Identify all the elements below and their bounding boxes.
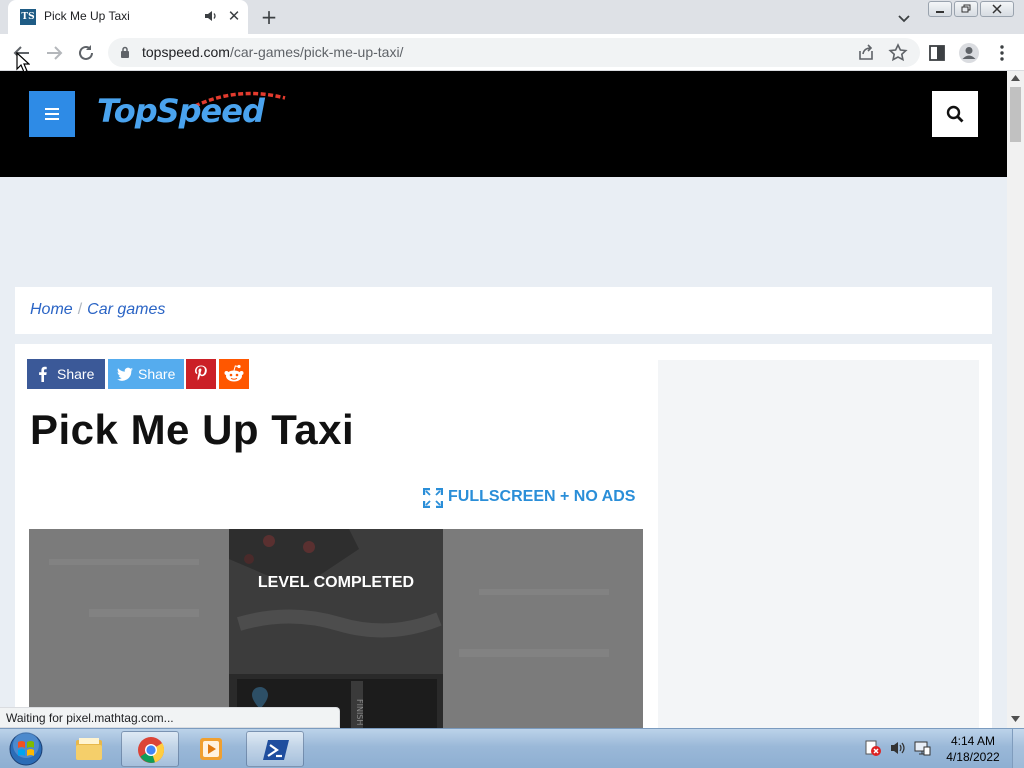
browser-tab[interactable]: TS Pick Me Up Taxi ✕ — [8, 0, 248, 34]
game-background-detail — [89, 609, 199, 617]
restore-button[interactable] — [954, 1, 978, 17]
taskbar-media-player-button[interactable] — [182, 731, 240, 767]
twitter-share-button[interactable]: Share — [108, 359, 184, 389]
game-canvas[interactable]: FINISH LEVEL COMPLETED — [229, 529, 443, 728]
pinterest-share-button[interactable] — [186, 359, 216, 389]
level-completed-text: LEVEL COMPLETED — [257, 574, 415, 591]
taskbar-chrome-button[interactable] — [121, 731, 179, 767]
game-background-detail — [459, 649, 609, 657]
scrollbar-thumb[interactable] — [1010, 87, 1021, 142]
breadcrumb-separator: / — [77, 301, 83, 318]
taskbar-explorer-button[interactable] — [60, 731, 118, 767]
breadcrumb-home-link[interactable]: Home — [30, 301, 73, 318]
url-text: topspeed.com/car-games/pick-me-up-taxi/ — [142, 44, 403, 60]
reddit-share-button[interactable] — [219, 359, 249, 389]
facebook-share-button[interactable]: Share — [27, 359, 105, 389]
svg-text:FINISH: FINISH — [355, 699, 364, 725]
pinterest-icon — [195, 365, 207, 381]
url-path: /car-games/pick-me-up-taxi/ — [229, 44, 404, 60]
facebook-icon — [39, 366, 47, 382]
close-window-icon — [992, 4, 1002, 14]
windows-start-button[interactable] — [6, 731, 46, 767]
speaker-icon[interactable] — [204, 9, 218, 23]
reload-icon[interactable] — [75, 42, 97, 64]
share-page-icon[interactable] — [855, 42, 877, 64]
restore-icon — [961, 4, 971, 13]
more-menu-icon[interactable] — [991, 42, 1013, 64]
side-panel-icon[interactable] — [926, 42, 948, 64]
search-icon — [946, 105, 964, 123]
sidebar-ad-placeholder — [658, 360, 979, 728]
hamburger-bar — [45, 108, 59, 110]
tab-title: Pick Me Up Taxi — [44, 9, 130, 23]
close-window-button[interactable] — [980, 1, 1014, 17]
clock-date: 4/18/2022 — [946, 750, 1000, 764]
fullscreen-expand-icon — [423, 488, 443, 508]
powershell-icon — [263, 740, 289, 760]
profile-avatar-icon[interactable] — [958, 42, 980, 64]
network-error-icon[interactable] — [864, 739, 882, 757]
status-bubble: Waiting for pixel.mathtag.com... — [0, 707, 340, 728]
page-viewport: TopSpeed Home / Car games Share Share Pi… — [0, 71, 1007, 728]
twitter-bird-icon — [117, 367, 133, 381]
game-frame[interactable]: FINISH LEVEL COMPLETED — [29, 529, 643, 728]
forward-arrow-icon[interactable] — [43, 42, 65, 64]
article-content: Share Share Pick Me Up Taxi FULLSCREEN +… — [15, 344, 992, 728]
fullscreen-label: FULLSCREEN + NO ADS — [448, 488, 636, 505]
scroll-down-arrow-icon[interactable] — [1011, 716, 1020, 722]
taskbar-powershell-button[interactable] — [246, 731, 304, 767]
breadcrumb-container: Home / Car games — [15, 287, 992, 334]
hamburger-bar — [45, 118, 59, 120]
game-background-detail — [479, 589, 609, 595]
browser-toolbar: topspeed.com/car-games/pick-me-up-taxi/ — [0, 34, 1024, 71]
tab-strip: TS Pick Me Up Taxi ✕ + — [0, 0, 1024, 34]
folder-icon — [76, 738, 102, 760]
tab-search-chevron-icon[interactable] — [894, 8, 914, 28]
windows-taskbar: 4:14 AM 4/18/2022 — [0, 728, 1024, 768]
bookmark-star-icon[interactable] — [887, 42, 909, 64]
topspeed-logo[interactable]: TopSpeed — [97, 88, 297, 136]
clock-time: 4:14 AM — [950, 734, 996, 748]
close-tab-icon[interactable]: ✕ — [226, 8, 242, 24]
address-bar[interactable]: topspeed.com/car-games/pick-me-up-taxi/ — [108, 38, 920, 67]
mouse-cursor-icon — [16, 52, 30, 73]
lock-icon[interactable] — [120, 46, 130, 59]
system-clock[interactable]: 4:14 AM 4/18/2022 — [940, 733, 1006, 765]
game-scene-graphic: FINISH — [229, 529, 443, 728]
vertical-scrollbar[interactable] — [1007, 71, 1024, 728]
breadcrumb-car-games-link[interactable]: Car games — [87, 301, 165, 318]
facebook-share-label: Share — [57, 366, 95, 382]
new-tab-button[interactable]: + — [258, 6, 280, 28]
minimize-button[interactable] — [928, 1, 952, 17]
site-search-button[interactable] — [932, 91, 978, 137]
reddit-alien-icon — [224, 364, 244, 382]
display-monitor-icon[interactable] — [913, 739, 931, 757]
media-player-icon — [200, 738, 222, 760]
scroll-up-arrow-icon[interactable] — [1011, 75, 1020, 81]
url-host: topspeed.com — [142, 44, 230, 60]
hamburger-bar — [45, 113, 59, 115]
favicon-icon: TS — [20, 9, 36, 25]
hamburger-menu-button[interactable] — [29, 91, 75, 137]
twitter-share-label: Share — [138, 366, 176, 382]
game-background-detail — [49, 559, 199, 565]
chrome-icon — [138, 737, 165, 763]
volume-icon[interactable] — [889, 739, 907, 757]
site-header: TopSpeed — [0, 71, 1007, 177]
page-title: Pick Me Up Taxi — [30, 406, 355, 453]
show-desktop-button[interactable] — [1012, 729, 1024, 768]
minimize-icon — [936, 11, 944, 13]
breadcrumb: Home / Car games — [30, 301, 165, 319]
logo-text: TopSpeed — [97, 92, 265, 130]
